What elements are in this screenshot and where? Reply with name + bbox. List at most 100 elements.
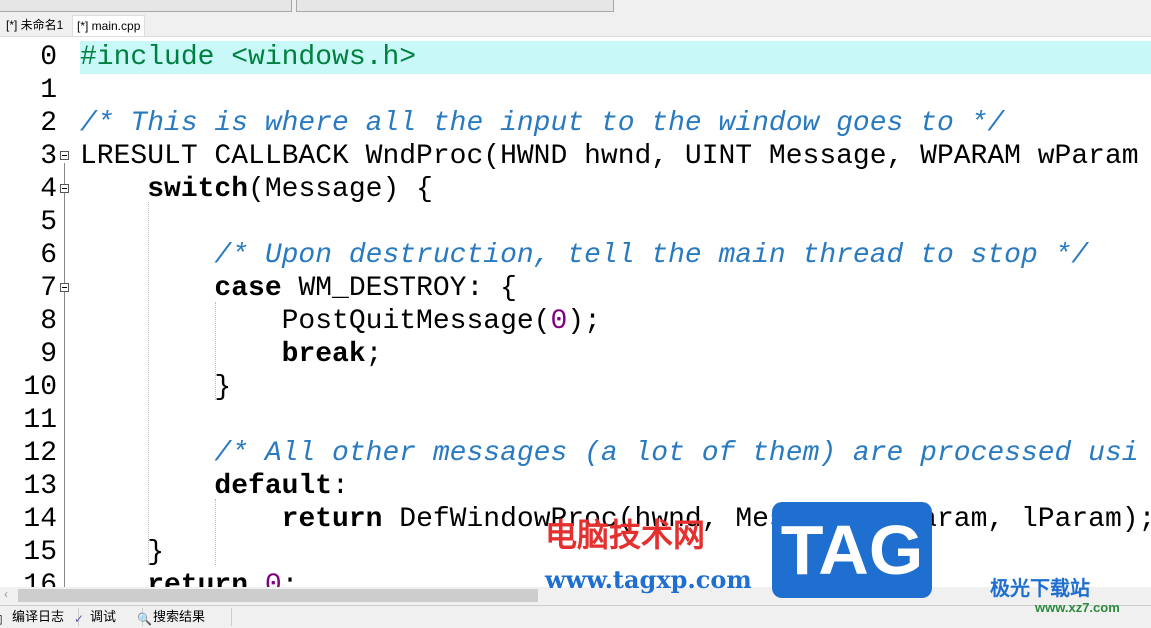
code-line[interactable]: 2 /* This is where all the input to the w… [0,107,1151,140]
line-number: 9 [40,339,57,370]
code-token: default [214,471,333,502]
line-number: 7 [40,273,57,304]
code-line[interactable]: 4 switch(Message) { [0,173,1151,206]
line-number: 2 [40,108,57,139]
code-token: #include <windows.h> [80,42,417,73]
code-token: switch [147,174,249,205]
code-editor[interactable]: 0 #include <windows.h> 1 2 /* This is where… [0,37,1151,587]
code-line[interactable]: 10 } [0,371,1151,404]
tab-untitled1[interactable]: [*] 未命名1 [2,15,67,35]
code-text: default: [80,470,1151,503]
tab-debug[interactable]: ✓ 调试 [72,608,143,626]
code-line[interactable]: 8 PostQuitMessage(0); [0,305,1151,338]
code-token: ; [365,339,383,370]
code-token: /* This is where all the input to the wi… [80,108,1005,139]
code-token: : [332,471,349,502]
code-text: #include <windows.h> [80,41,1151,74]
watermark-url: www.tagxp.com [545,565,752,594]
line-number: 12 [23,438,57,469]
code-token: ); [567,306,601,337]
line-number: 1 [40,75,57,106]
tab-compile-log[interactable]: ▯ 编译日志 [0,608,79,626]
tab-search-results[interactable]: 🔍 搜索结果 [135,608,232,626]
line-number: 3 [40,141,57,172]
code-token: ; [281,570,299,587]
code-line[interactable]: 13 default: [0,470,1151,503]
compile-log-icon: ▯ [0,610,3,628]
code-token: break [281,339,366,370]
tab-main-cpp[interactable]: [*] main.cpp [72,15,146,36]
line-number: 10 [23,372,57,403]
line-number: 0 [40,42,57,73]
code-line[interactable]: 6 /* Upon destruction, tell the main thr… [0,239,1151,272]
code-token: PostQuitMessage( [80,306,551,337]
fold-toggle-icon[interactable] [60,283,69,292]
tab-label: 搜索结果 [153,609,206,624]
scroll-left-icon[interactable]: ‹ [4,587,8,601]
code-token: (Message) { [248,174,433,205]
code-text: } [80,371,1151,404]
line-number: 14 [23,504,57,535]
code-line[interactable]: 3 LRESULT CALLBACK WndProc(HWND hwnd, UIN… [0,140,1151,173]
line-number: 13 [23,471,57,502]
line-number: 16 [23,570,57,587]
code-line[interactable]: 12 /* All other messages (a lot of them)… [0,437,1151,470]
code-token: /* All other messages (a lot of them) ar… [214,438,1139,469]
code-token: } [80,372,232,403]
code-token: WM_DESTROY: { [281,273,517,304]
code-token: return [281,504,383,535]
code-token: LRESULT CALLBACK WndProc(HWND hwnd, UINT… [80,141,1139,172]
debug-check-icon: ✓ [74,612,85,626]
symbol-combo[interactable] [296,0,614,12]
code-line[interactable]: 9 break; [0,338,1151,371]
code-line[interactable]: 0 #include <windows.h> [0,41,1151,74]
scrollbar-thumb[interactable] [18,589,538,602]
code-token: DefWindowProc(hwnd, Message, wParam, lPa… [382,504,1151,535]
code-token: 0 [264,570,282,587]
code-line[interactable]: 7 case WM_DESTROY: { [0,272,1151,305]
code-token: } [80,537,165,568]
code-token: case [214,273,282,304]
tab-label: 调试 [90,609,117,624]
tab-label: 编译日志 [12,609,65,624]
search-results-icon: 🔍 [137,612,152,626]
code-token: return [147,570,249,587]
line-number: 6 [40,240,57,271]
watermark-text: 电脑技术网 [545,516,706,554]
fold-toggle-icon[interactable] [60,184,69,193]
code-text: /* Upon destruction, tell the main threa… [80,239,1151,272]
line-number: 15 [23,537,57,568]
code-token: 0 [550,306,568,337]
line-number: 5 [40,207,57,238]
code-text: LRESULT CALLBACK WndProc(HWND hwnd, UINT… [80,140,1151,173]
bottom-panel-tabs: ▯ 编译日志 ✓ 调试 🔍搜索结果 [0,605,1151,626]
code-text: /* All other messages (a lot of them) ar… [80,437,1151,470]
code-line[interactable]: 11 [0,404,1151,437]
line-number: 4 [40,174,57,205]
code-text: break; [80,338,1151,371]
watermark-site2: 极光下载站 [990,578,1090,600]
scope-combo[interactable] [0,0,292,12]
editor-tabs: [*] 未命名1 [*] main.cpp [0,14,1151,37]
line-number: 8 [40,306,57,337]
code-text: switch(Message) { [80,173,1151,206]
code-text: case WM_DESTROY: { [80,272,1151,305]
code-text: PostQuitMessage(0); [80,305,1151,338]
code-line[interactable]: 1 [0,74,1151,107]
line-number: 11 [23,405,57,436]
code-line[interactable]: 5 [0,206,1151,239]
fold-toggle-icon[interactable] [60,151,69,160]
watermark-logo: TAG [772,502,932,598]
